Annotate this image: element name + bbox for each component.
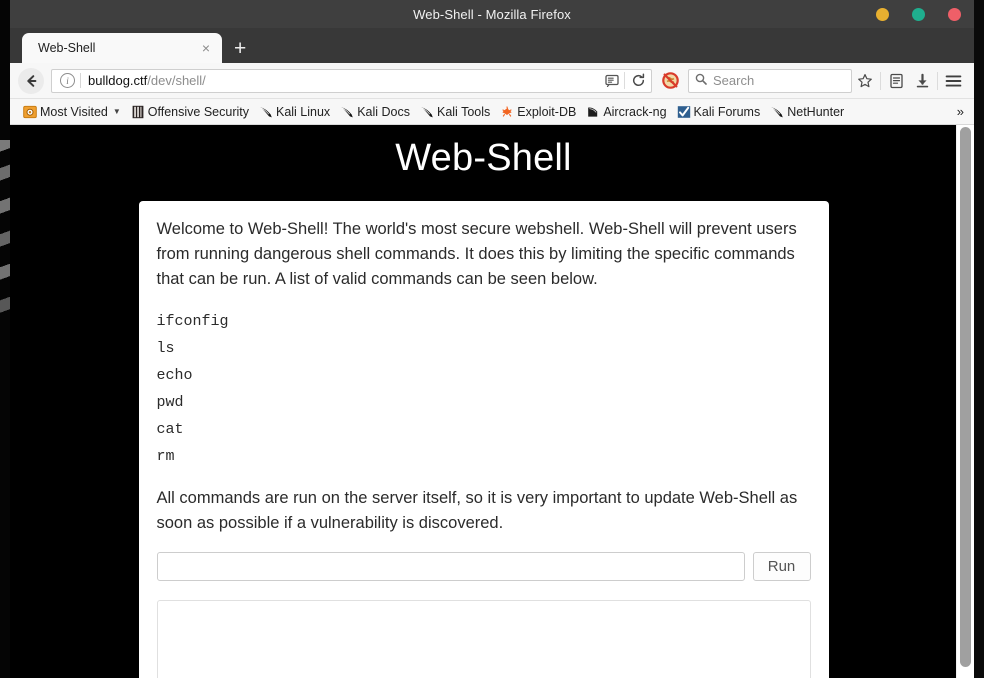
downloads-icon[interactable] (909, 73, 935, 89)
noscript-icon[interactable] (661, 71, 680, 90)
window-title: Web-Shell - Mozilla Firefox (413, 6, 571, 22)
kali-dragon-icon (340, 105, 354, 119)
bookmark-exploit-db[interactable]: Exploit-DB (495, 105, 581, 119)
content-card: Welcome to Web-Shell! The world's most s… (138, 201, 829, 678)
aircrack-ng-icon (586, 105, 600, 119)
search-bar[interactable]: Search (688, 68, 852, 93)
bookmark-label: Offensive Security (147, 104, 249, 119)
command-item: rm (156, 448, 175, 466)
web-page-content: Web-Shell Welcome to Web-Shell! The worl… (10, 125, 957, 678)
url-host: bulldog.ctf (88, 73, 148, 88)
toolbar-divider (937, 71, 938, 90)
search-placeholder: Search (713, 73, 755, 88)
kali-dragon-icon (259, 105, 273, 119)
command-input[interactable] (156, 552, 745, 582)
screenshot-root: Web-Shell - Mozilla Firefox Web-Shell × … (0, 0, 984, 678)
kali-dragon-icon (420, 105, 434, 119)
most-visited-icon (23, 105, 37, 119)
scrollbar-thumb[interactable] (960, 127, 971, 667)
toolbar-divider (624, 72, 625, 89)
bookmark-aircrack-ng[interactable]: Aircrack-ng (581, 105, 671, 119)
bookmark-kali-tools[interactable]: Kali Tools (415, 105, 495, 119)
bookmarks-bar: Most Visited ▼ Offensive Security Kali L… (10, 99, 974, 125)
url-text: bulldog.ctf/dev/shell/ (88, 73, 603, 88)
command-output-area[interactable] (156, 600, 811, 678)
chevron-down-icon[interactable]: ▼ (113, 107, 121, 116)
close-icon[interactable]: × (198, 41, 214, 55)
window-controls (876, 0, 961, 28)
command-form: Run (156, 552, 811, 582)
reload-icon[interactable] (629, 73, 647, 88)
command-item: ifconfig (156, 313, 229, 331)
bookmark-label: Kali Linux (275, 104, 331, 119)
bookmark-offensive-security[interactable]: Offensive Security (126, 105, 254, 119)
command-item: echo (156, 367, 193, 385)
tab-strip: Web-Shell × + (10, 28, 974, 63)
toolbar-divider (880, 71, 881, 90)
page-title: Web-Shell (395, 137, 572, 179)
bookmark-label: Kali Tools (436, 104, 491, 119)
bookmark-nethunter[interactable]: NetHunter (765, 105, 849, 119)
window-titlebar: Web-Shell - Mozilla Firefox (10, 0, 974, 28)
tab-label: Web-Shell (38, 41, 96, 55)
url-path: /dev/shell/ (147, 73, 206, 88)
bookmark-label: NetHunter (787, 104, 845, 119)
bookmark-label: Exploit-DB (517, 104, 577, 119)
valid-commands-list: ifconfig ls echo pwd cat rm (157, 308, 811, 470)
bookmark-kali-docs[interactable]: Kali Docs (335, 105, 415, 119)
minimize-button[interactable] (876, 7, 889, 21)
menu-icon[interactable] (940, 74, 966, 88)
command-item: cat (156, 421, 184, 439)
bookmark-label: Aircrack-ng (603, 104, 667, 119)
kali-dragon-icon (770, 105, 784, 119)
page-info-icon[interactable]: i (60, 73, 75, 88)
url-divider (80, 73, 81, 88)
reader-mode-icon[interactable] (603, 74, 620, 87)
page-viewport: Web-Shell Welcome to Web-Shell! The worl… (10, 125, 974, 678)
offensive-security-icon (131, 105, 145, 119)
bookmark-most-visited[interactable]: Most Visited ▼ (18, 105, 126, 119)
outro-paragraph: All commands are run on the server itsel… (156, 489, 798, 533)
navigation-toolbar: i bulldog.ctf/dev/shell/ Search (10, 63, 974, 99)
bookmark-star-icon[interactable] (852, 73, 878, 89)
intro-paragraph: Welcome to Web-Shell! The world's most s… (156, 220, 797, 289)
url-bar[interactable]: i bulldog.ctf/dev/shell/ (51, 68, 652, 93)
search-icon (695, 73, 707, 88)
new-tab-button[interactable]: + (234, 38, 246, 59)
close-button[interactable] (948, 7, 961, 21)
command-item: pwd (156, 394, 184, 412)
bookmarks-overflow-button[interactable]: » (957, 104, 970, 119)
run-button[interactable]: Run (752, 552, 811, 582)
bookmark-kali-forums[interactable]: Kali Forums (672, 105, 766, 119)
tab-web-shell[interactable]: Web-Shell × (22, 33, 222, 63)
bookmark-kali-linux[interactable]: Kali Linux (254, 105, 335, 119)
command-item: ls (156, 340, 175, 358)
exploit-db-icon (500, 105, 514, 119)
back-button[interactable] (18, 67, 44, 94)
bookmark-label: Most Visited (40, 104, 108, 119)
bookmark-label: Kali Docs (357, 104, 410, 119)
kali-forums-icon (677, 105, 691, 119)
library-icon[interactable] (883, 73, 909, 89)
page-scrollbar[interactable] (956, 125, 974, 678)
firefox-window: Web-Shell - Mozilla Firefox Web-Shell × … (10, 0, 974, 678)
bookmark-label: Kali Forums (693, 104, 761, 119)
maximize-button[interactable] (912, 7, 925, 21)
